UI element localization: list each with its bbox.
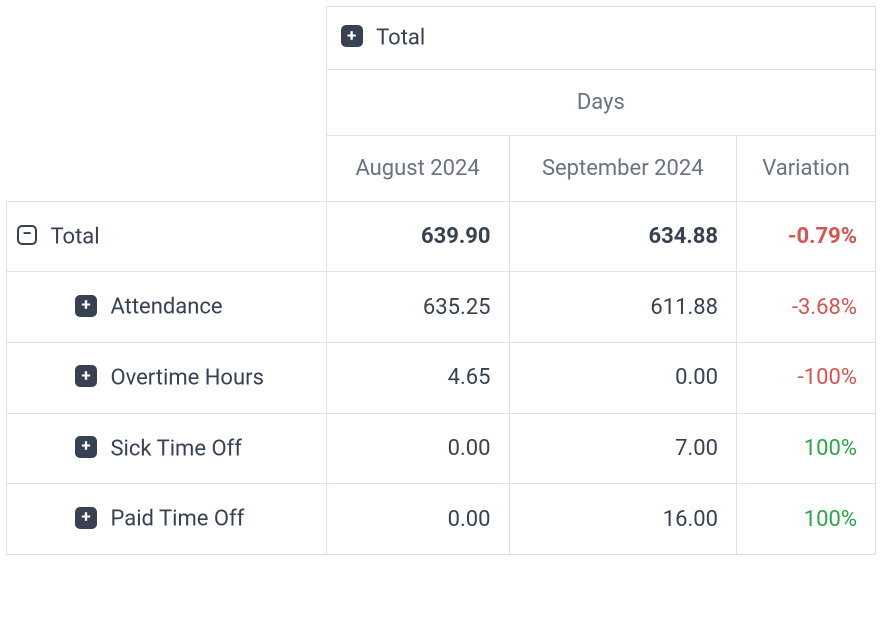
corner-spacer [7, 7, 327, 202]
plus-icon[interactable]: + [75, 507, 97, 529]
row-header-overtime[interactable]: + Overtime Hours [7, 343, 327, 414]
col-group-days: Days [326, 69, 875, 135]
cell-value: 635.25 [326, 272, 509, 343]
row-header-attendance[interactable]: + Attendance [7, 272, 327, 343]
row-label: Paid Time Off [110, 507, 244, 532]
col-header-aug[interactable]: August 2024 [326, 135, 509, 201]
plus-icon[interactable]: + [75, 295, 97, 317]
col-header-variation[interactable]: Variation [736, 135, 875, 201]
table-row: + Sick Time Off 0.00 7.00 100% [7, 413, 876, 484]
col-group-label: Total [376, 26, 425, 51]
cell-value: 0.00 [326, 484, 509, 555]
plus-icon[interactable]: + [75, 436, 97, 458]
cell-variation: 100% [736, 484, 875, 555]
cell-variation: -0.79% [736, 201, 875, 272]
cell-value: 16.00 [509, 484, 736, 555]
cell-value: 4.65 [326, 343, 509, 414]
cell-value: 634.88 [509, 201, 736, 272]
row-header-sick[interactable]: + Sick Time Off [7, 413, 327, 484]
cell-variation: -100% [736, 343, 875, 414]
table-row: + Paid Time Off 0.00 16.00 100% [7, 484, 876, 555]
table-row: + Attendance 635.25 611.88 -3.68% [7, 272, 876, 343]
row-label: Sick Time Off [110, 436, 241, 461]
row-label: Attendance [110, 295, 222, 320]
table-row: − Total 639.90 634.88 -0.79% [7, 201, 876, 272]
cell-value: 7.00 [509, 413, 736, 484]
plus-icon[interactable]: + [75, 365, 97, 387]
cell-value: 0.00 [326, 413, 509, 484]
row-header-total[interactable]: − Total [7, 201, 327, 272]
col-header-sep[interactable]: September 2024 [509, 135, 736, 201]
cell-variation: -3.68% [736, 272, 875, 343]
row-header-pto[interactable]: + Paid Time Off [7, 484, 327, 555]
col-group-total[interactable]: + Total [326, 7, 875, 70]
cell-value: 0.00 [509, 343, 736, 414]
cell-value: 639.90 [326, 201, 509, 272]
cell-variation: 100% [736, 413, 875, 484]
row-label: Overtime Hours [110, 366, 263, 391]
minus-icon[interactable]: − [17, 225, 37, 245]
table-row: + Overtime Hours 4.65 0.00 -100% [7, 343, 876, 414]
plus-icon[interactable]: + [341, 25, 363, 47]
pivot-table: + Total Days August 2024 September 2024 … [6, 6, 876, 555]
cell-value: 611.88 [509, 272, 736, 343]
row-label: Total [50, 224, 99, 249]
